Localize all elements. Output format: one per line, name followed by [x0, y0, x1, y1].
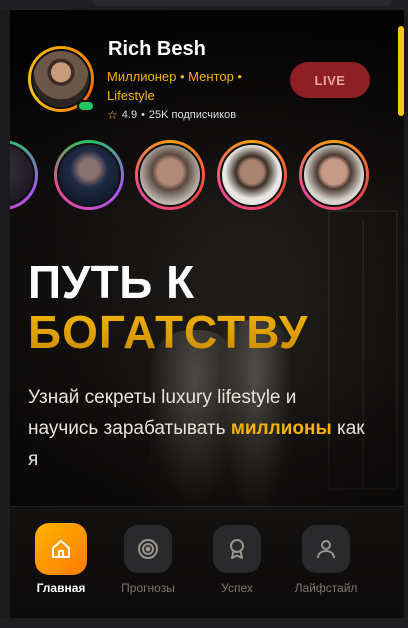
- nav-item-lifestyle[interactable]: Лайфстайл: [286, 525, 366, 595]
- live-button[interactable]: LIVE: [290, 62, 370, 98]
- story-item[interactable]: [217, 140, 287, 210]
- headline-line1: ПУТЬ К: [28, 256, 195, 308]
- target-icon: [124, 525, 172, 573]
- profile-name: Rich Besh: [108, 38, 206, 60]
- story-item[interactable]: [54, 140, 124, 210]
- home-icon: [35, 523, 87, 575]
- nav-label: Главная: [36, 581, 86, 595]
- browser-top-bar: [0, 0, 408, 10]
- stats-separator: •: [141, 109, 145, 121]
- address-bar[interactable]: [92, 0, 392, 6]
- online-status-indicator: [77, 100, 95, 112]
- subscriber-count: 25K подписчиков: [148, 109, 237, 121]
- nav-item-predictions[interactable]: Прогнозы: [108, 525, 188, 595]
- award-icon: [213, 525, 261, 573]
- nav-item-success[interactable]: Успех: [197, 525, 277, 595]
- story-photo: [138, 143, 202, 207]
- story-item[interactable]: [299, 140, 369, 210]
- app-screen: Rich Besh Миллионер • Ментор • Lifestyle…: [10, 10, 404, 618]
- rating-value: 4.9: [121, 109, 138, 121]
- scrollbar-thumb[interactable]: [398, 26, 404, 116]
- nav-label: Успех: [221, 581, 253, 595]
- story-item[interactable]: [10, 140, 38, 210]
- stories-row: [10, 140, 404, 212]
- story-item[interactable]: [135, 140, 205, 210]
- profile-tagline: Миллионер • Ментор • Lifestyle: [107, 69, 242, 103]
- browser-bottom-bar: [0, 618, 408, 628]
- headline-line2: БОГАТСТВУ: [28, 306, 309, 358]
- profile-stats: ☆ 4.9 • 25K подписчиков: [107, 108, 236, 122]
- story-photo: [10, 143, 35, 207]
- subtitle: Узнай секреты luxury lifestyle и научись…: [28, 382, 368, 475]
- story-photo: [220, 143, 284, 207]
- story-photo: [57, 143, 121, 207]
- user-icon: [302, 525, 350, 573]
- star-icon: ☆: [107, 108, 118, 122]
- nav-label: Прогнозы: [121, 581, 175, 595]
- nav-item-home[interactable]: Главная: [21, 523, 101, 595]
- story-photo: [302, 143, 366, 207]
- nav-label: Лайфстайл: [294, 581, 358, 595]
- bottom-navigation: Главная Прогнозы Успех Лайфстайл: [10, 506, 404, 618]
- subtitle-highlight: миллионы: [230, 418, 332, 439]
